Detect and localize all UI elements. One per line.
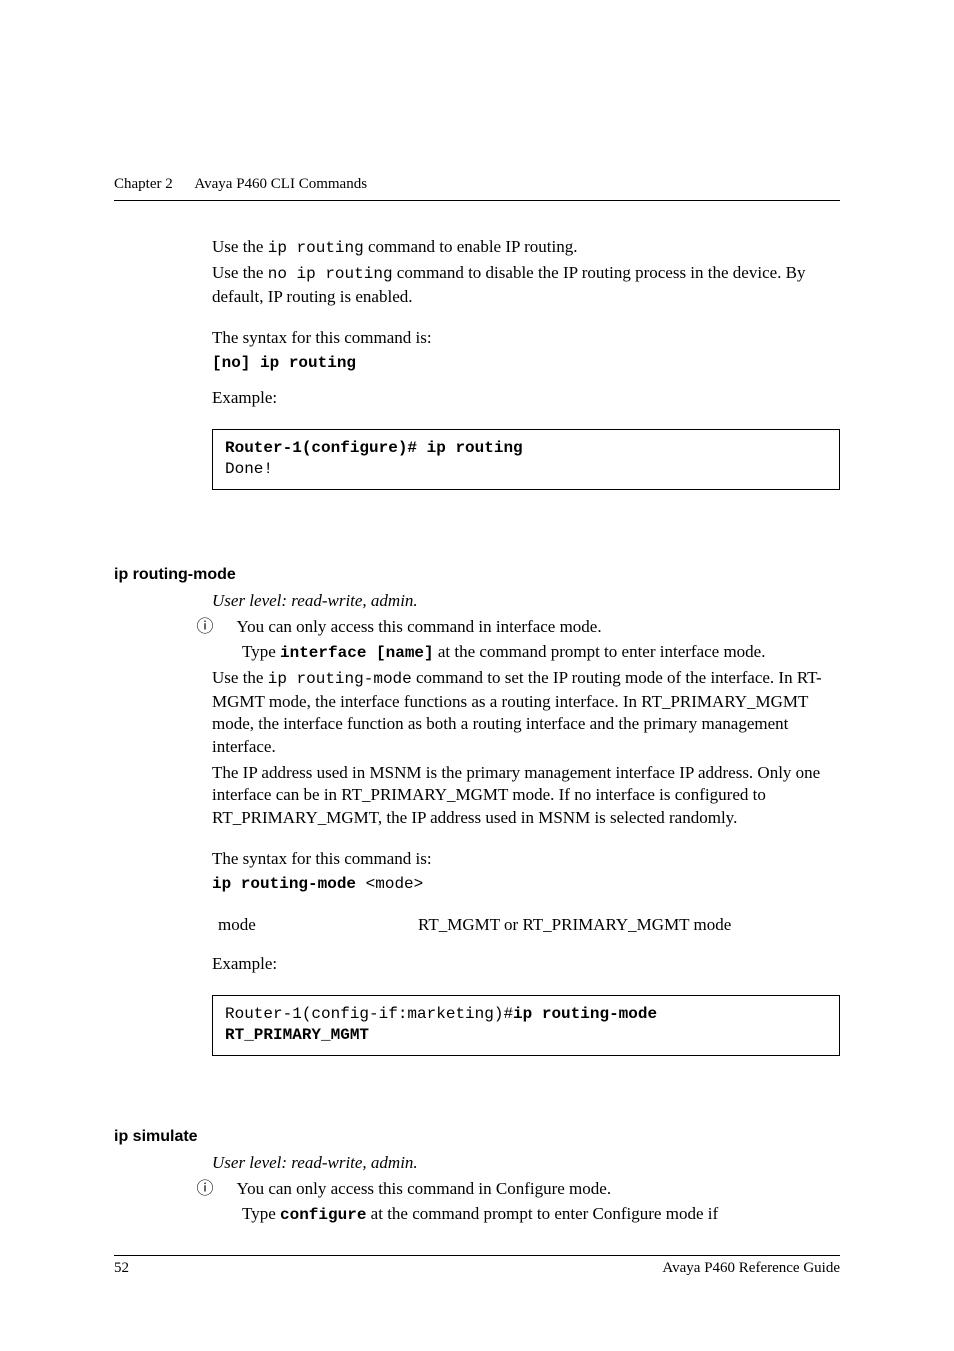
code-line: Done! (225, 459, 827, 481)
parameter-name: mode (218, 914, 418, 937)
syntax-label: The syntax for this command is: (212, 848, 840, 871)
user-level: User level: read-write, admin. (212, 1152, 840, 1175)
info-icon: ⓘ (212, 616, 228, 639)
chapter-label: Chapter 2 (114, 176, 173, 192)
example-label: Example: (212, 387, 840, 410)
note-sub: Type interface [name] at the command pro… (212, 641, 840, 664)
syntax-code: ip routing-mode <mode> (212, 874, 840, 895)
body-text: Use the ip routing command to enable IP … (212, 236, 840, 259)
doc-title: Avaya P460 Reference Guide (662, 1260, 840, 1277)
info-icon: ⓘ (212, 1178, 228, 1201)
code-line: Router-1(configure)# ip routing (225, 438, 827, 460)
example-label: Example: (212, 953, 840, 976)
chapter-title: Avaya P460 CLI Commands (194, 176, 367, 192)
syntax-label: The syntax for this command is: (212, 327, 840, 350)
footer: 52 Avaya P460 Reference Guide (114, 1255, 840, 1277)
body-text: Use the ip routing-mode command to set t… (212, 667, 840, 758)
body-text: The IP address used in MSNM is the prima… (212, 762, 840, 830)
body-text: Use the no ip routing command to disable… (212, 262, 840, 308)
code-line: Router-1(config-if:marketing)#ip routing… (225, 1004, 827, 1026)
note: ⓘ You can only access this command in in… (212, 616, 840, 639)
section-heading: ip simulate (114, 1128, 198, 1146)
syntax-code: [no] ip routing (212, 353, 840, 374)
inline-code: interface [name] (280, 644, 434, 662)
code-example: Router-1(configure)# ip routing Done! (212, 429, 840, 490)
note-sub: Type configure at the command prompt to … (212, 1203, 840, 1226)
inline-code: ip routing (268, 239, 364, 257)
header-rule (114, 200, 840, 201)
running-head: Chapter 2 Avaya P460 CLI Commands (114, 176, 367, 193)
parameter-row: mode RT_MGMT or RT_PRIMARY_MGMT mode (218, 914, 840, 937)
section-heading: ip routing-mode (114, 566, 236, 584)
code-line: RT_PRIMARY_MGMT (225, 1025, 827, 1047)
inline-code: ip routing-mode (268, 670, 412, 688)
user-level: User level: read-write, admin. (212, 590, 840, 613)
inline-code: configure (280, 1206, 366, 1224)
page-number: 52 (114, 1260, 129, 1277)
parameter-desc: RT_MGMT or RT_PRIMARY_MGMT mode (418, 914, 840, 937)
note: ⓘ You can only access this command in Co… (212, 1178, 840, 1201)
inline-code: no ip routing (268, 265, 393, 283)
code-example: Router-1(config-if:marketing)#ip routing… (212, 995, 840, 1056)
